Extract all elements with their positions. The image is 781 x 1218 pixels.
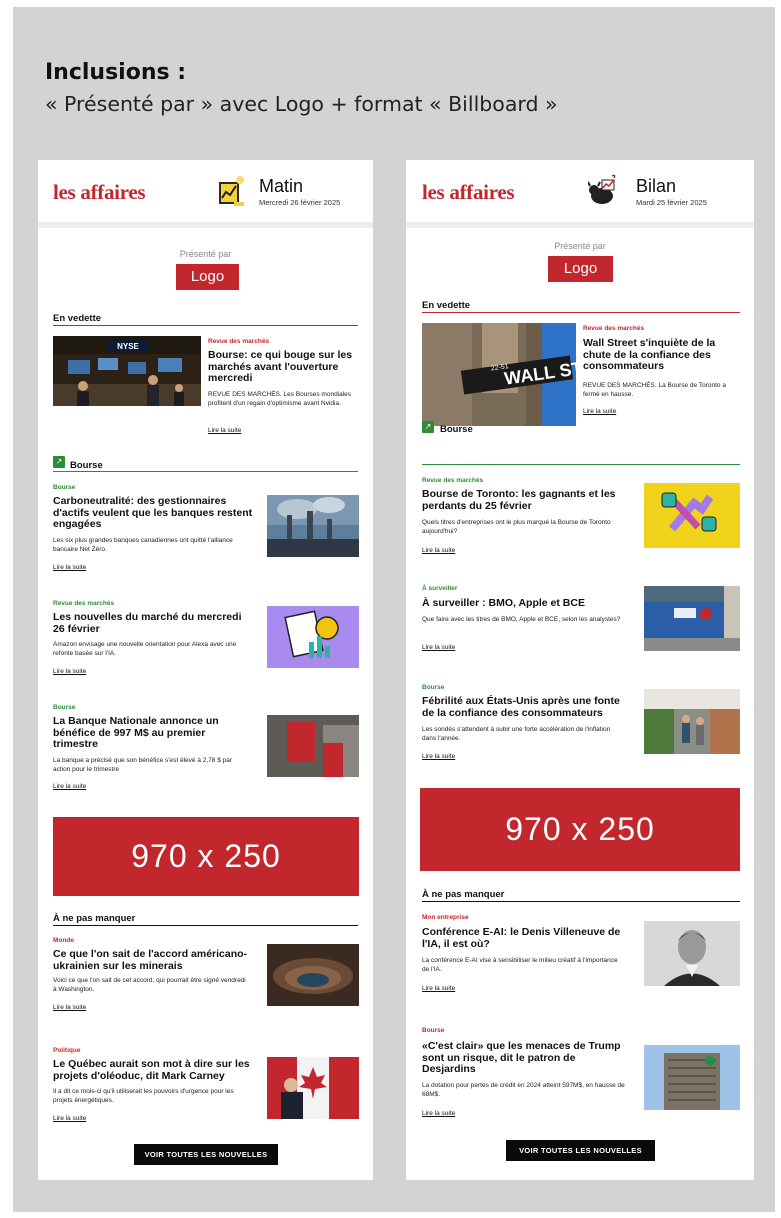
article-image[interactable] — [644, 483, 740, 548]
article-description: La dotation pour pertes de crédit en 202… — [422, 1082, 625, 1098]
article-image[interactable] — [644, 1045, 740, 1110]
featured-image[interactable]: WALL ST 22-51 — [422, 323, 576, 426]
article-kicker[interactable]: Revue des marchés — [422, 477, 483, 484]
read-more-link[interactable]: Lire la suite — [422, 1110, 455, 1117]
article-title[interactable]: À surveiller : BMO, Apple et BCE — [422, 597, 627, 610]
article-image[interactable] — [644, 586, 740, 651]
section-title-dont-miss: À ne pas manquer — [53, 913, 136, 924]
article-image[interactable] — [267, 715, 359, 777]
article-kicker[interactable]: Bourse — [422, 1027, 444, 1034]
presented-by-label: Présenté par — [179, 249, 232, 259]
chart-document-icon — [219, 176, 244, 206]
section-title-featured: En vedette — [53, 313, 102, 324]
edition-date: Mardi 25 février 2025 — [636, 198, 707, 207]
article-image[interactable] — [267, 606, 359, 668]
article-title[interactable]: Carboneutralité: des gestionnaires d'act… — [53, 495, 253, 531]
section-title-bourse: Bourse — [440, 424, 473, 435]
view-all-news-button[interactable]: VOIR TOUTES LES NOUVELLES — [134, 1144, 278, 1165]
article-title[interactable]: «C'est clair» que les menaces de Trump s… — [422, 1040, 632, 1076]
page-heading: Inclusions : — [45, 60, 187, 85]
article-kicker[interactable]: Revue des marchés — [208, 338, 269, 345]
featured-image[interactable]: NYSE — [53, 336, 201, 406]
edition-name: Matin — [259, 176, 304, 196]
edition-name: Bilan — [636, 176, 677, 196]
presented-by-label: Présenté par — [554, 241, 606, 251]
brand-logo[interactable]: les affaires — [53, 180, 146, 205]
article-image[interactable] — [644, 689, 740, 754]
sponsor-logo[interactable]: Logo — [548, 256, 613, 282]
page-subheading: « Présenté par » avec Logo + format « Bi… — [45, 92, 558, 116]
bull-chart-icon — [588, 174, 616, 204]
article-kicker[interactable]: Bourse — [422, 684, 444, 691]
sponsor-logo[interactable]: Logo — [176, 264, 239, 290]
billboard-ad[interactable]: 970 x 250 — [53, 817, 359, 896]
article-description: Amazon envisage une nouvelle orientation… — [53, 641, 237, 657]
billboard-ad[interactable]: 970 x 250 — [420, 788, 740, 871]
article-kicker[interactable]: Bourse — [53, 704, 75, 711]
header-divider — [38, 222, 373, 228]
brand-logo[interactable]: les affaires — [422, 180, 515, 205]
read-more-link[interactable]: Lire la suite — [53, 564, 86, 571]
header-divider — [406, 222, 754, 228]
article-kicker[interactable]: Revue des marchés — [583, 325, 644, 332]
article-kicker[interactable]: Monde — [53, 937, 74, 944]
read-more-link[interactable]: Lire la suite — [208, 427, 241, 434]
article-image[interactable] — [267, 495, 359, 557]
bourse-icon: ↗ — [53, 456, 65, 468]
read-more-link[interactable]: Lire la suite — [53, 1115, 86, 1122]
article-title[interactable]: Fébrilité aux États-Unis après une fonte… — [422, 695, 627, 719]
article-description: Quels titres d'entreprises ont le plus m… — [422, 519, 611, 535]
section-rule — [53, 925, 358, 926]
section-rule — [422, 464, 740, 465]
article-description: Voici ce que l'on sait de cet accord, qu… — [53, 977, 246, 993]
article-kicker[interactable]: À surveiller — [422, 585, 457, 592]
article-kicker[interactable]: Bourse — [53, 484, 75, 491]
article-image[interactable] — [267, 1057, 359, 1119]
read-more-link[interactable]: Lire la suite — [422, 547, 455, 554]
article-description: La banque a précisé que son bénéfice s'e… — [53, 757, 233, 773]
edition-date: Mercredi 26 février 2025 — [259, 198, 341, 207]
section-rule — [422, 901, 740, 902]
section-title-bourse: Bourse — [70, 460, 103, 471]
read-more-link[interactable]: Lire la suite — [422, 985, 455, 992]
read-more-link[interactable]: Lire la suite — [422, 753, 455, 760]
article-kicker[interactable]: Politique — [53, 1047, 80, 1054]
newsletter-header: les affaires Matin Mercredi 26 février 2… — [38, 160, 373, 222]
view-all-news-button[interactable]: VOIR TOUTES LES NOUVELLES — [506, 1140, 655, 1161]
article-description: REVUE DES MARCHÉS. Les Bourses mondiales… — [208, 391, 352, 407]
article-title[interactable]: Bourse: ce qui bouge sur les marchés ava… — [208, 349, 360, 385]
article-title[interactable]: Wall Street s'inquiète de la chute de la… — [583, 337, 733, 373]
newsletter-header: les affaires Bilan Mardi 25 février 2025 — [406, 160, 754, 222]
article-description: La conférence E-AI vise à sensibiliser l… — [422, 957, 618, 973]
article-title[interactable]: Conférence E-AI: le Denis Villeneuve de … — [422, 926, 632, 950]
article-kicker[interactable]: Mon entreprise — [422, 914, 469, 921]
article-description: REVUE DES MARCHÉS. La Bourse de Toronto … — [583, 382, 726, 398]
nyse-sign: NYSE — [117, 342, 139, 351]
newsletter-bilan: les affaires Bilan Mardi 25 février 2025… — [406, 160, 754, 1180]
section-rule — [53, 325, 358, 326]
article-image[interactable] — [267, 944, 359, 1006]
section-title-dont-miss: À ne pas manquer — [422, 889, 505, 900]
article-title[interactable]: Ce que l'on sait de l'accord américano-u… — [53, 948, 253, 972]
article-image[interactable] — [644, 921, 740, 986]
article-title[interactable]: La Banque Nationale annonce un bénéfice … — [53, 715, 253, 751]
read-more-link[interactable]: Lire la suite — [583, 408, 616, 415]
newsletter-matin: les affaires Matin Mercredi 26 février 2… — [38, 160, 373, 1180]
article-title[interactable]: Les nouvelles du marché du mercredi 26 f… — [53, 611, 253, 635]
read-more-link[interactable]: Lire la suite — [53, 783, 86, 790]
article-description: Que faire avec les titres de BMO, Apple … — [422, 616, 621, 623]
article-description: Les sondés s'attendent à subir une forte… — [422, 726, 611, 742]
section-rule — [422, 312, 740, 313]
bourse-icon: ↗ — [422, 421, 434, 433]
article-description: Les six plus grandes banques canadiennes… — [53, 537, 233, 553]
read-more-link[interactable]: Lire la suite — [422, 644, 455, 651]
article-title[interactable]: Le Québec aurait son mot à dire sur les … — [53, 1058, 253, 1082]
article-title[interactable]: Bourse de Toronto: les gagnants et les p… — [422, 488, 627, 512]
article-kicker[interactable]: Revue des marchés — [53, 600, 114, 607]
section-rule — [53, 471, 358, 472]
section-title-featured: En vedette — [422, 300, 471, 311]
read-more-link[interactable]: Lire la suite — [53, 668, 86, 675]
article-description: Il a dit ce mois-ci qu'il utiliserait le… — [53, 1088, 234, 1104]
read-more-link[interactable]: Lire la suite — [53, 1004, 86, 1011]
